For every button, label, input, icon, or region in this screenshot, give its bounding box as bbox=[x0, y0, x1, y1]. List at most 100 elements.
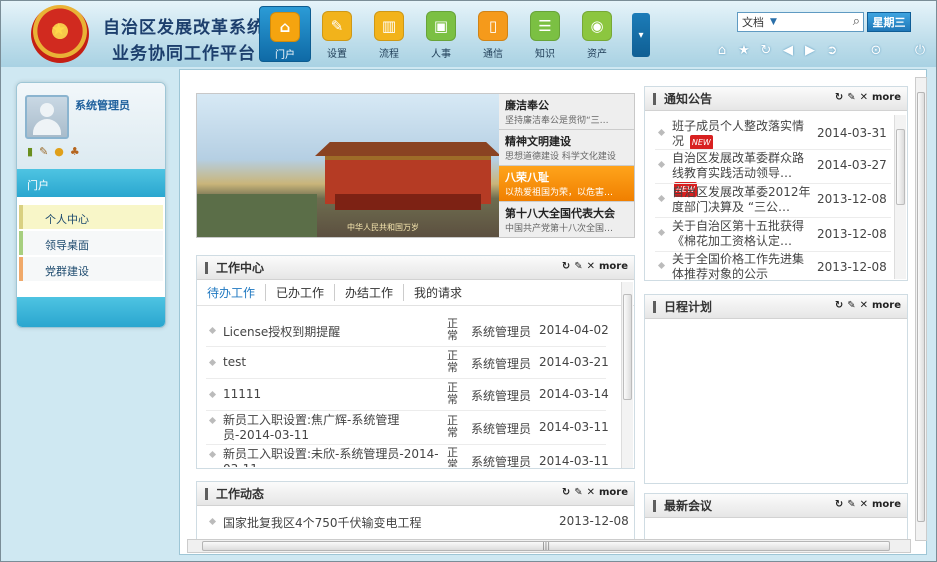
wrench-icon[interactable]: ✎ bbox=[847, 92, 855, 103]
username[interactable]: 系统管理员 bbox=[75, 97, 130, 113]
star-icon[interactable]: ★ bbox=[735, 41, 753, 59]
panel-title: 工作中心 bbox=[216, 261, 265, 275]
panel-scrollbar[interactable] bbox=[621, 282, 633, 468]
more-link[interactable]: more bbox=[599, 487, 628, 498]
power-icon[interactable]: ⏻ bbox=[911, 41, 929, 59]
tab-my-requests[interactable]: 我的请求 bbox=[404, 284, 472, 301]
row-divider bbox=[206, 410, 606, 411]
work-item-title[interactable]: test bbox=[223, 355, 246, 369]
search-icon[interactable]: ⌕ bbox=[853, 14, 860, 29]
new-badge: NEW bbox=[689, 135, 713, 150]
back-arrow-icon[interactable]: ◀ bbox=[779, 41, 797, 59]
notice-item-title[interactable]: 班子成员个人整改落实情况 NEW bbox=[672, 119, 812, 150]
nav-more-button[interactable]: ▾ bbox=[632, 13, 650, 57]
more-link[interactable]: more bbox=[599, 261, 628, 272]
news-item-title[interactable]: 国家批复我区4个750千伏输变电工程 bbox=[223, 514, 422, 531]
refresh-icon[interactable]: ↻ bbox=[835, 300, 843, 311]
dropdown-circle-icon[interactable]: ⊙ bbox=[867, 41, 885, 59]
header-bar bbox=[205, 487, 208, 500]
carousel-image[interactable]: 中华人民共和国万岁 bbox=[197, 94, 499, 237]
carousel-tab[interactable]: 第十八大全国代表大会 中国共产党第十八次全国… bbox=[499, 202, 634, 237]
refresh-icon[interactable]: ↻ bbox=[562, 261, 570, 272]
work-item-title[interactable]: License授权到期提醒 bbox=[223, 323, 340, 340]
close-icon[interactable]: ✕ bbox=[860, 499, 868, 510]
work-item-date: 2014-03-14 bbox=[539, 387, 609, 401]
row-divider bbox=[655, 149, 891, 150]
work-item-title[interactable]: 新员工入职设置:未欣-系统管理员-2014-03-11 bbox=[223, 447, 445, 467]
document-list-icon: ☰ bbox=[530, 11, 560, 41]
refresh-icon[interactable]: ↻ bbox=[757, 41, 775, 59]
work-item-title[interactable]: 11111 bbox=[223, 387, 261, 401]
refresh-icon[interactable]: ↻ bbox=[835, 92, 843, 103]
sidebar-footer bbox=[17, 297, 165, 327]
avatar[interactable] bbox=[25, 95, 69, 139]
notice-item-date: 2013-12-08 bbox=[817, 260, 887, 274]
scroll-thumb[interactable] bbox=[917, 92, 925, 522]
wrench-icon[interactable]: ✎ bbox=[847, 499, 855, 510]
next-circle-icon[interactable]: ➲ bbox=[823, 41, 841, 59]
sidebar-item-personal-center[interactable]: 个人中心 bbox=[19, 205, 163, 229]
search-scope-select[interactable]: 文档 bbox=[742, 14, 764, 30]
carousel-tab[interactable]: 廉洁奉公 坚持廉洁奉公是贯彻“三… bbox=[499, 94, 634, 130]
panel-scrollbar[interactable] bbox=[894, 115, 906, 279]
nav-settings[interactable]: ✎ 设置 bbox=[311, 6, 363, 62]
sidebar-section-portal[interactable]: 门户 bbox=[17, 169, 165, 197]
more-link[interactable]: more bbox=[872, 92, 901, 103]
carousel-tab-sub: 中国共产党第十八次全国… bbox=[505, 224, 614, 234]
close-icon[interactable]: ✕ bbox=[587, 487, 595, 498]
nav-communication[interactable]: ▯ 通信 bbox=[467, 6, 519, 62]
nav-knowledge[interactable]: ☰ 知识 bbox=[519, 6, 571, 62]
sidebar-item-party-building[interactable]: 党群建设 bbox=[19, 257, 163, 281]
wrench-icon[interactable]: ✎ bbox=[847, 300, 855, 311]
row-divider bbox=[655, 183, 891, 184]
home-icon[interactable]: ⌂ bbox=[713, 41, 731, 59]
carousel-tab-active[interactable]: 八荣八耻 以热爱祖国为荣，以危害… bbox=[499, 166, 634, 202]
lock-icon[interactable]: ● bbox=[54, 145, 64, 158]
notice-item-title[interactable]: 关于自治区第十五批获得《棉花加工资格认定… bbox=[672, 219, 814, 249]
carousel-tab-sub: 坚持廉洁奉公是贯彻“三… bbox=[505, 116, 609, 126]
wrench-icon[interactable]: ✎ bbox=[574, 261, 582, 272]
forward-arrow-icon[interactable]: ▶ bbox=[801, 41, 819, 59]
carousel-tab-title: 第十八大全国代表大会 bbox=[505, 207, 615, 220]
close-icon[interactable]: ✕ bbox=[587, 261, 595, 272]
more-link[interactable]: more bbox=[872, 499, 901, 510]
more-link[interactable]: more bbox=[872, 300, 901, 311]
nav-workflow[interactable]: ▥ 流程 bbox=[363, 6, 415, 62]
nav-hr[interactable]: ▣ 人事 bbox=[415, 6, 467, 62]
close-icon[interactable]: ✕ bbox=[860, 300, 868, 311]
carousel-tab[interactable]: 精神文明建设 思想道德建设 科学文化建设 bbox=[499, 130, 634, 166]
refresh-icon[interactable]: ↻ bbox=[562, 487, 570, 498]
tab-todo[interactable]: 待办工作 bbox=[207, 284, 267, 301]
coins-icon: ◉ bbox=[582, 11, 612, 41]
header-bar bbox=[653, 300, 656, 313]
panel-header: 工作动态 ↻ ✎ ✕ more bbox=[197, 482, 634, 506]
chevron-down-icon[interactable]: ▼ bbox=[770, 17, 777, 27]
scroll-thumb[interactable] bbox=[623, 294, 632, 400]
search-box[interactable]: 文档 ▼ ⌕ bbox=[737, 12, 864, 32]
sidebar-item-leader-desktop[interactable]: 领导桌面 bbox=[19, 231, 163, 255]
org-chart-icon[interactable]: ♣ bbox=[70, 145, 80, 158]
tab-finished[interactable]: 办结工作 bbox=[335, 284, 405, 301]
scroll-thumb[interactable] bbox=[896, 129, 905, 205]
edit-icon[interactable]: ✎ bbox=[39, 145, 48, 158]
notice-item-title[interactable]: 自治区发展改革委2012年度部门决算及 “三公… bbox=[672, 185, 814, 215]
refresh-icon[interactable]: ↻ bbox=[835, 499, 843, 510]
nav-label: 资产 bbox=[587, 49, 607, 60]
scroll-thumb[interactable]: ||| bbox=[202, 541, 890, 551]
work-item-user: 系统管理员 bbox=[471, 389, 532, 403]
panel-actions: ↻ ✎ ✕ more bbox=[835, 499, 901, 510]
book-icon[interactable]: ▮ bbox=[27, 145, 33, 158]
main-horizontal-scrollbar[interactable]: ||| bbox=[187, 539, 911, 553]
meetings-panel: 最新会议 ↻ ✎ ✕ more bbox=[644, 493, 908, 543]
notice-item-title[interactable]: 关于全国价格工作先进集体推荐对象的公示 bbox=[672, 252, 814, 280]
header-bar bbox=[653, 92, 656, 105]
work-item-title[interactable]: 新员工入职设置:焦广辉-系统管理员-2014-03-11 bbox=[223, 413, 443, 443]
main-vertical-scrollbar[interactable] bbox=[915, 77, 927, 541]
nav-portal[interactable]: ⌂ 门户 bbox=[259, 6, 311, 62]
nav-assets[interactable]: ◉ 资产 bbox=[571, 6, 623, 62]
close-icon[interactable]: ✕ bbox=[860, 92, 868, 103]
tab-done[interactable]: 已办工作 bbox=[266, 284, 336, 301]
work-item-date: 2014-04-02 bbox=[539, 323, 609, 337]
wrench-icon[interactable]: ✎ bbox=[574, 487, 582, 498]
